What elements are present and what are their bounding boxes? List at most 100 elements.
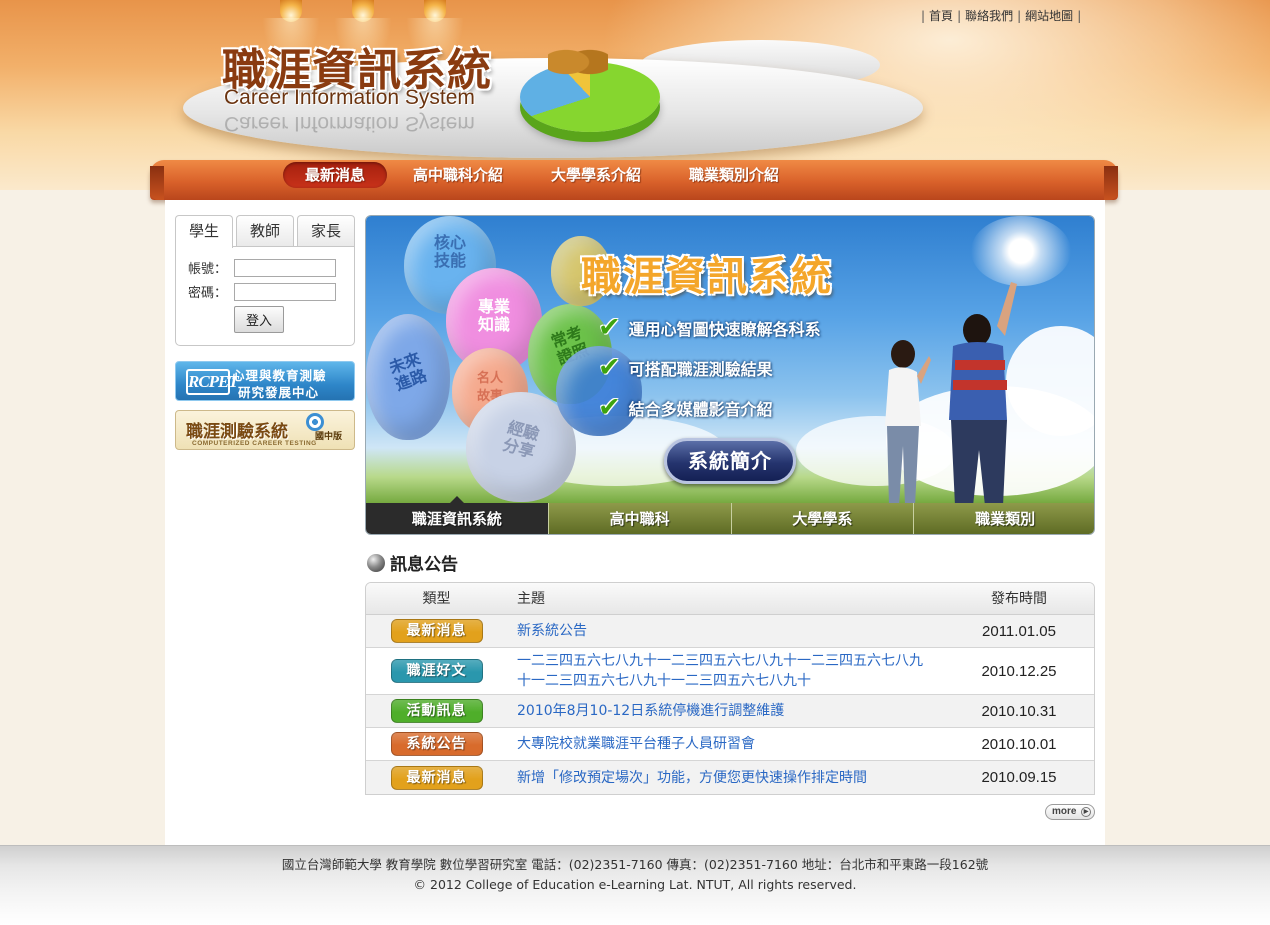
announcement-link[interactable]: 2010年8月10-12日系統停機進行調整維護 — [517, 703, 784, 719]
top-links: | 首頁 | 聯絡我們 | 網站地圖 | — [917, 7, 1085, 24]
main-container: 學生 教師 家長 帳號： 密碼： 登入 RCPET 心理與教育測驗 研究發展中心… — [165, 200, 1105, 845]
date-cell: 2011.01.05 — [982, 622, 1056, 640]
subject-cell: 新系統公告 — [507, 621, 954, 641]
tab-parent[interactable]: 家長 — [297, 215, 355, 247]
subject-cell: 大專院校就業職涯平台種子人員研習會 — [507, 734, 954, 754]
subject-cell: 新增「修改預定場次」功能，方便您更快速操作排定時間 — [507, 768, 954, 788]
hero-sky-background: 核心技能 專業知識 常考證照 未來進路 名人故事 經驗分享 職涯資訊系統 ✔ 運… — [366, 216, 1094, 506]
account-input[interactable] — [234, 258, 336, 277]
type-cell: 最新消息 — [366, 765, 507, 790]
announcements-title: 訊息公告 — [367, 550, 458, 575]
date-cell: 2010.10.31 — [981, 702, 1057, 720]
password-input[interactable] — [234, 282, 336, 301]
date-cell: 2010.09.15 — [981, 769, 1057, 786]
announcement-link[interactable]: 大專院校就業職涯平台種子人員研習會 — [517, 736, 755, 752]
type-badge[interactable]: 最新消息 — [390, 619, 483, 643]
banner-line2: 研究發展中心 — [238, 385, 320, 400]
announcement-link[interactable]: 新系統公告 — [517, 623, 587, 639]
person-man-illustration — [949, 282, 1017, 506]
top-link-sitemap[interactable]: 網站地圖 — [1025, 7, 1073, 24]
career-test-system-banner[interactable]: 職涯測驗系統 COMPUTERIZED CAREER TESTING 國中版 — [175, 410, 355, 450]
password-row: 密碼： — [188, 282, 336, 301]
banner-title: 職涯測驗系統 — [186, 422, 288, 442]
bullet-ball-icon — [367, 553, 385, 572]
login-tabs: 學生 教師 家長 — [175, 215, 355, 248]
psych-test-center-banner[interactable]: RCPET 心理與教育測驗 研究發展中心 — [175, 361, 355, 401]
checkmark-icon: ✔ — [598, 392, 621, 423]
announcement-link[interactable]: 一二三四五六七八九十一二三四五六七八九十一二三四五六七八九十一二三四五六七八九十… — [517, 651, 934, 691]
check-text: 運用心智圖快速瞭解各科系 — [628, 319, 821, 339]
subject-cell: 2010年8月10-12日系統停機進行調整維護 — [507, 701, 954, 721]
checkmark-icon: ✔ — [598, 352, 621, 383]
announcement-link[interactable]: 新增「修改預定場次」功能，方便您更快速操作排定時間 — [517, 770, 867, 786]
nav-item-high-school[interactable]: 高中職科介紹 — [391, 162, 525, 188]
lamp-icon — [262, 0, 320, 66]
check-text: 結合多媒體影音介紹 — [628, 399, 773, 419]
ribbon-curl-right — [1104, 166, 1118, 200]
balloon-future-path: 未來進路 — [366, 314, 450, 440]
type-cell: 活動訊息 — [366, 699, 507, 723]
site-footer: 國立台灣師範大學 教育學院 數位學習研究室 電話：(02)2351-7160 傳… — [0, 845, 1270, 925]
nav-item-latest-news[interactable]: 最新消息 — [283, 162, 388, 188]
hero-title: 職涯資訊系統 — [581, 254, 833, 300]
more-label: more — [1052, 806, 1077, 817]
type-badge[interactable]: 系統公告 — [390, 732, 483, 756]
header-subject: 主題 — [517, 591, 545, 607]
divider: | — [1017, 8, 1022, 23]
type-cell: 職涯好文 — [366, 659, 507, 683]
ribbon-bow-icon — [548, 40, 608, 84]
hero-tab-university[interactable]: 大學學系 — [731, 503, 915, 534]
hero-check-item: ✔ 可搭配職涯測驗結果 — [598, 352, 773, 383]
top-link-contact[interactable]: 聯絡我們 — [965, 7, 1013, 24]
table-row: 活動訊息 2010年8月10-12日系統停機進行調整維護 2010.10.31 — [366, 695, 1094, 728]
hero-check-item: ✔ 結合多媒體影音介紹 — [598, 392, 773, 423]
footer-copyright: © 2012 College of Education e-Learning L… — [413, 877, 857, 892]
header-type: 類型 — [422, 591, 451, 607]
table-header: 類型 主題 發布時間 — [366, 583, 1094, 615]
lamp-icon — [334, 0, 392, 66]
ribbon-curl-left — [150, 166, 164, 200]
table-body: 最新消息 新系統公告 2011.01.05 職涯好文 一二三四五六七八九十一二三… — [366, 615, 1094, 794]
table-row: 最新消息 新系統公告 2011.01.05 — [366, 615, 1094, 648]
hero-check-item: ✔ 運用心智圖快速瞭解各科系 — [598, 312, 821, 343]
type-badge[interactable]: 活動訊息 — [390, 699, 483, 723]
checkmark-icon: ✔ — [598, 312, 621, 343]
nav-item-occupation[interactable]: 職業類別介紹 — [667, 162, 801, 188]
hero-tabs: 職涯資訊系統 高中職科 大學學系 職業類別 — [366, 496, 1094, 534]
account-row: 帳號： — [188, 258, 336, 277]
type-cell: 系統公告 — [366, 732, 507, 756]
logo-subtitle: Career Information System — [224, 86, 475, 109]
login-button[interactable]: 登入 — [234, 306, 284, 333]
lamp-icon — [406, 0, 464, 66]
hero-banner: 核心技能 專業知識 常考證照 未來進路 名人故事 經驗分享 職涯資訊系統 ✔ 運… — [365, 215, 1095, 535]
system-intro-button[interactable]: 系統簡介 — [664, 438, 796, 484]
nav-items: 最新消息 高中職科介紹 大學學系介紹 職業類別介紹 — [283, 162, 805, 188]
type-badge[interactable]: 最新消息 — [390, 765, 483, 790]
logo-subtitle-reflection: Career Information System — [224, 112, 475, 135]
divider: | — [921, 8, 926, 23]
type-badge[interactable]: 職涯好文 — [390, 659, 483, 683]
hero-tab-career-info[interactable]: 職涯資訊系統 — [366, 496, 549, 534]
banner-subtitle: COMPUTERIZED CAREER TESTING — [192, 440, 317, 447]
tab-teacher[interactable]: 教師 — [236, 215, 294, 247]
divider: | — [957, 8, 962, 23]
table-row: 最新消息 新增「修改預定場次」功能，方便您更快速操作排定時間 2010.09.1… — [366, 761, 1094, 794]
header-date: 發布時間 — [991, 591, 1047, 607]
rcpet-logo-icon: RCPET — [186, 369, 239, 395]
hero-tab-high-school[interactable]: 高中職科 — [548, 503, 732, 534]
login-form: 帳號： 密碼： 登入 — [175, 246, 355, 346]
top-link-home[interactable]: 首頁 — [929, 7, 953, 24]
footer-contact: 國立台灣師範大學 教育學院 數位學習研究室 電話：(02)2351-7160 傳… — [281, 857, 989, 872]
banner-edition: 國中版 — [315, 432, 343, 442]
section-title-text: 訊息公告 — [390, 555, 458, 575]
hero-tab-occupation[interactable]: 職業類別 — [914, 503, 1094, 534]
announcements-table: 類型 主題 發布時間 最新消息 新系統公告 2011.01.05 職涯好文 一二… — [365, 582, 1095, 795]
password-label: 密碼： — [188, 286, 228, 301]
date-cell: 2010.12.25 — [981, 662, 1057, 680]
more-button[interactable]: more ▶ — [1045, 804, 1095, 820]
person-woman-illustration — [885, 340, 931, 506]
divider: | — [1077, 8, 1082, 23]
sun-icon — [971, 216, 1071, 286]
tab-student[interactable]: 學生 — [175, 215, 233, 248]
nav-item-university[interactable]: 大學學系介紹 — [529, 162, 663, 188]
